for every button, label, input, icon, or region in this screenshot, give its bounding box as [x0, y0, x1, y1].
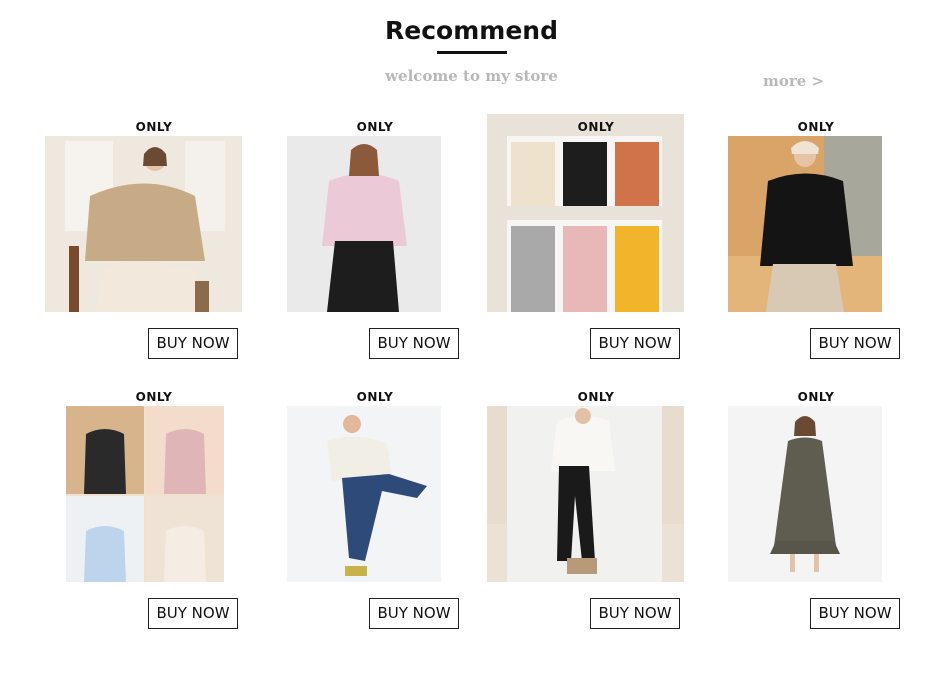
- product-image[interactable]: [728, 136, 882, 312]
- product-card[interactable]: ONLY BUY NOW: [44, 384, 264, 634]
- product-card[interactable]: ONLY BUY NOW: [265, 114, 485, 364]
- buy-now-button[interactable]: BUY NOW: [810, 328, 900, 359]
- buy-now-button[interactable]: BUY NOW: [590, 598, 680, 629]
- brand-logo: ONLY: [356, 390, 394, 404]
- buy-now-button[interactable]: BUY NOW: [810, 598, 900, 629]
- brand-logo: ONLY: [577, 120, 615, 134]
- product-card[interactable]: ONLY BUY NOW: [486, 384, 706, 634]
- brand-logo: ONLY: [356, 120, 394, 134]
- product-image[interactable]: [728, 406, 882, 582]
- product-image[interactable]: [66, 406, 224, 582]
- buy-now-button[interactable]: BUY NOW: [148, 328, 238, 359]
- product-card[interactable]: ONLY BUY NOW: [706, 114, 926, 364]
- buy-now-button[interactable]: BUY NOW: [369, 328, 459, 359]
- brand-logo: ONLY: [135, 390, 173, 404]
- brand-logo: ONLY: [135, 120, 173, 134]
- buy-now-button[interactable]: BUY NOW: [590, 328, 680, 359]
- more-link[interactable]: more >: [763, 72, 824, 90]
- product-card[interactable]: ONLY BUY NOW: [706, 384, 926, 634]
- brand-logo: ONLY: [797, 120, 835, 134]
- brand-logo: ONLY: [577, 390, 615, 404]
- product-image[interactable]: [45, 136, 242, 312]
- product-image[interactable]: [487, 406, 684, 582]
- product-card[interactable]: ONLY BUY NOW: [265, 384, 485, 634]
- product-image[interactable]: [287, 136, 441, 312]
- section-title: Recommend: [385, 16, 558, 45]
- title-underline: [437, 51, 507, 54]
- brand-logo: ONLY: [797, 390, 835, 404]
- product-card[interactable]: ONLY BUY NOW: [486, 114, 706, 364]
- product-image[interactable]: [287, 406, 441, 582]
- buy-now-button[interactable]: BUY NOW: [148, 598, 238, 629]
- product-image[interactable]: [487, 114, 684, 312]
- product-card[interactable]: ONLY BUY NOW: [44, 114, 264, 364]
- buy-now-button[interactable]: BUY NOW: [369, 598, 459, 629]
